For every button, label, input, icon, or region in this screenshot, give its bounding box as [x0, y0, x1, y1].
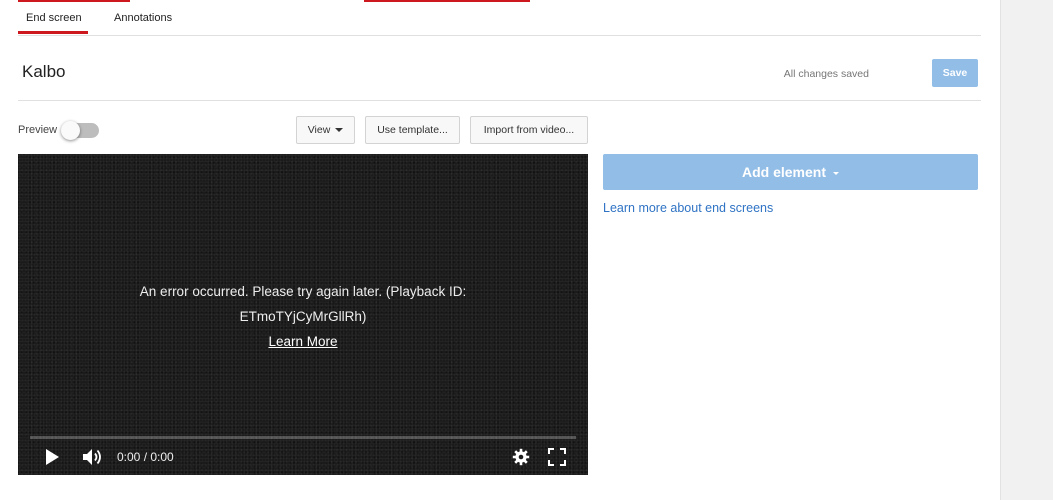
learn-more-end-screens-link[interactable]: Learn more about end screens	[603, 201, 773, 215]
view-dropdown-button[interactable]: View	[296, 116, 355, 144]
caret-down-icon	[335, 128, 344, 132]
fullscreen-icon	[548, 448, 566, 466]
add-element-label: Add element	[741, 164, 826, 180]
view-button-label: View	[307, 124, 331, 136]
preview-toggle[interactable]	[61, 121, 99, 140]
caret-down-icon	[833, 171, 839, 175]
volume-icon	[83, 449, 101, 465]
use-template-button[interactable]: Use template...	[365, 116, 460, 144]
play-button[interactable]	[44, 446, 60, 468]
gear-icon	[512, 448, 530, 466]
save-status: All changes saved	[783, 68, 869, 80]
import-from-video-button[interactable]: Import from video...	[470, 116, 588, 144]
preview-label: Preview	[18, 124, 58, 136]
video-title: Kalbo	[22, 62, 66, 81]
editor-panel: End screen Annotations Kalbo All changes…	[0, 0, 1001, 500]
play-icon	[46, 449, 59, 465]
fullscreen-button[interactable]	[548, 446, 566, 468]
error-line: An error occurred. Please try again late…	[139, 284, 467, 299]
video-player[interactable]: An error occurred. Please try again late…	[18, 154, 588, 475]
learn-more-link[interactable]: Learn More	[268, 334, 337, 349]
tab-bar: End screen Annotations	[18, 0, 981, 36]
active-tab-indicator	[18, 31, 88, 34]
progress-bar[interactable]	[30, 436, 576, 439]
import-label: Import from video...	[483, 124, 575, 136]
tab-end-screen[interactable]: End screen	[26, 12, 82, 24]
error-line: ETmoTYjCyMrGllRh)	[239, 309, 367, 324]
volume-button[interactable]	[82, 446, 104, 468]
toggle-knob	[61, 121, 80, 140]
save-button[interactable]: Save	[932, 59, 978, 87]
tab-annotations[interactable]: Annotations	[114, 12, 172, 24]
add-element-button[interactable]: Add element	[603, 154, 978, 190]
time-display: 0:00 / 0:00	[117, 450, 174, 464]
settings-button[interactable]	[512, 446, 530, 468]
use-template-label: Use template...	[377, 124, 448, 136]
error-message: An error occurred. Please try again late…	[18, 279, 588, 354]
header-divider	[18, 100, 981, 101]
page: End screen Annotations Kalbo All changes…	[0, 0, 1053, 500]
